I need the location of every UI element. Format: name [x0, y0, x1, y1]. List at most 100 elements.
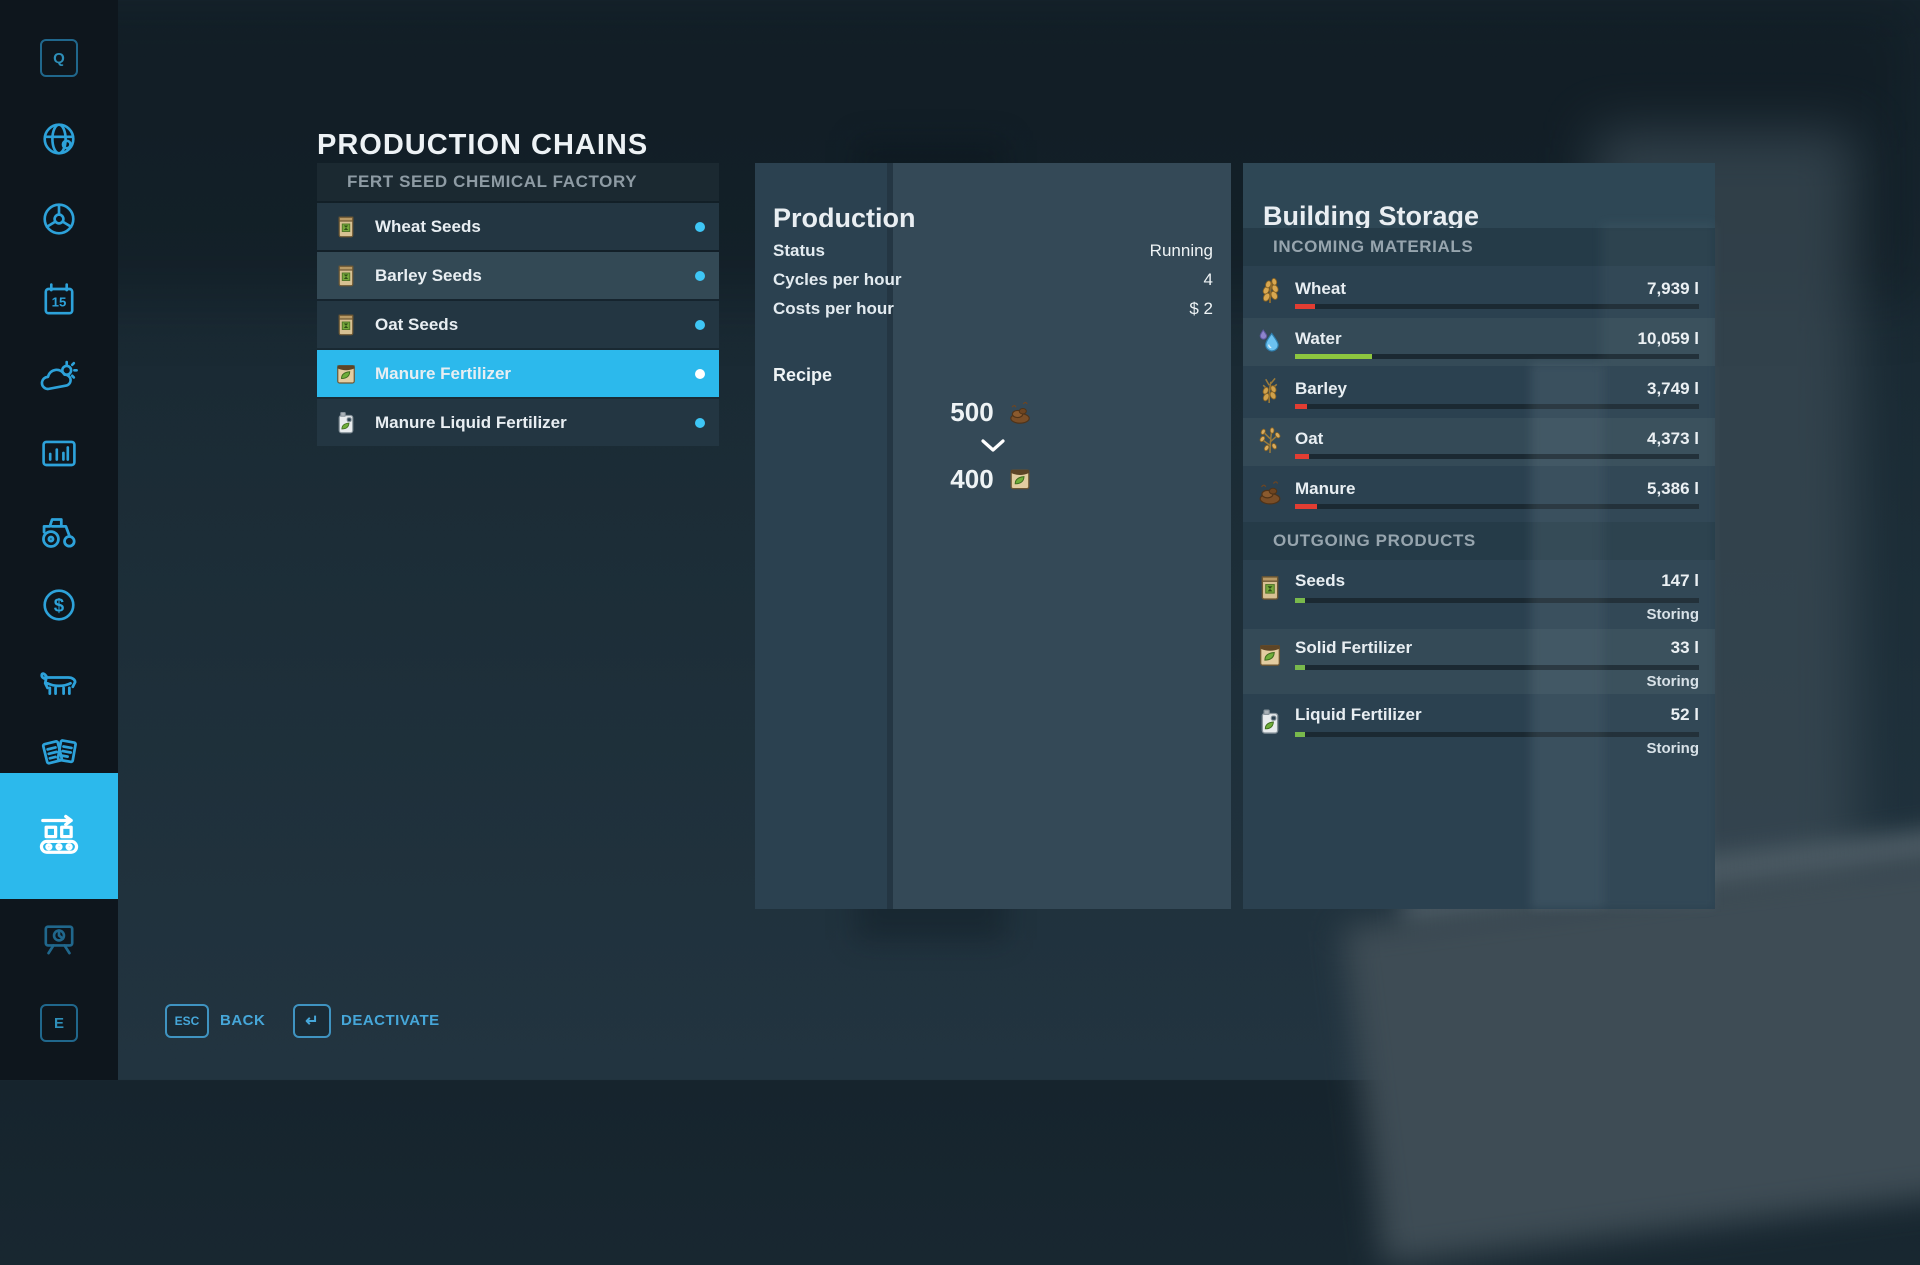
- costs-label: Costs per hour: [773, 299, 894, 321]
- sidebar-item-weather[interactable]: [0, 350, 118, 406]
- storage-row-oat: Oat 4,373 l: [1243, 418, 1715, 466]
- recipe-heading: Recipe: [773, 365, 832, 386]
- fill-level: [1295, 354, 1372, 359]
- costs-value: $ 2: [1189, 299, 1213, 321]
- product-amount: 52 l: [1671, 705, 1699, 725]
- factory-name-header: FERT SEED CHEMICAL FACTORY: [317, 163, 719, 201]
- finances-icon: $: [37, 583, 81, 627]
- active-dot: [695, 320, 705, 330]
- product-name: Seeds: [1295, 571, 1345, 591]
- fill-level-bar: [1295, 504, 1699, 509]
- sidebar-item-map[interactable]: [0, 111, 118, 167]
- fill-level-bar: [1295, 354, 1699, 359]
- wheat-icon: [1253, 275, 1287, 309]
- fill-level-bar: [1295, 665, 1699, 670]
- chain-row-wheat-seeds[interactable]: Wheat Seeds: [317, 203, 719, 250]
- calendar-icon: 15: [37, 278, 81, 322]
- storage-row-water: Water 10,059 l: [1243, 318, 1715, 366]
- page-title: PRODUCTION CHAINS: [317, 129, 648, 162]
- status-row: Status Running: [773, 241, 1213, 263]
- enter-key-button[interactable]: ↵: [293, 1004, 331, 1038]
- chain-row-label: Oat Seeds: [375, 315, 458, 335]
- cycles-value: 4: [1204, 270, 1213, 292]
- deactivate-button[interactable]: DEACTIVATE: [341, 1004, 440, 1038]
- recipe-output-amount: 400: [950, 464, 993, 495]
- product-name: Liquid Fertilizer: [1295, 705, 1422, 725]
- fill-level-bar: [1295, 454, 1699, 459]
- dollar-label: $: [54, 595, 65, 616]
- production-chain-list: FERT SEED CHEMICAL FACTORY Wheat Seeds B…: [317, 163, 719, 446]
- storage-row-liquid-fertilizer: Liquid Fertilizer 52 l Storing: [1243, 696, 1715, 761]
- fill-level: [1295, 404, 1307, 409]
- product-amount: 147 l: [1661, 571, 1699, 591]
- fill-level: [1295, 454, 1309, 459]
- map-globe-icon: [37, 117, 81, 161]
- seed-bag-icon: [331, 212, 361, 242]
- sidebar-item-vehicles[interactable]: [0, 503, 118, 559]
- material-amount: 10,059 l: [1638, 329, 1699, 349]
- chevron-down-icon: [979, 438, 1007, 453]
- fill-level-bar: [1295, 598, 1699, 603]
- cow-icon: [36, 658, 82, 704]
- recipe-input: 500: [755, 396, 1231, 428]
- cycles-label: Cycles per hour: [773, 270, 902, 292]
- footer-keybar: ESC BACK ↵ DEACTIVATE: [0, 1004, 1920, 1044]
- sidebar-item-presentation[interactable]: [0, 913, 118, 969]
- material-amount: 4,373 l: [1647, 429, 1699, 449]
- storage-row-seeds: Seeds 147 l Storing: [1243, 562, 1715, 627]
- solid-fertilizer-icon: [1253, 638, 1287, 672]
- sidebar-item-quests[interactable]: Q: [0, 30, 118, 86]
- fill-level-bar: [1295, 732, 1699, 737]
- sidebar-item-statistics[interactable]: [0, 426, 118, 482]
- incoming-materials-header: INCOMING MATERIALS: [1243, 228, 1715, 266]
- chain-row-manure-liquid-fertilizer[interactable]: Manure Liquid Fertilizer: [317, 399, 719, 446]
- chain-row-oat-seeds[interactable]: Oat Seeds: [317, 301, 719, 348]
- outgoing-products-header: OUTGOING PRODUCTS: [1243, 522, 1715, 560]
- recipe-input-amount: 500: [950, 397, 993, 428]
- cycles-row: Cycles per hour 4: [773, 270, 1213, 292]
- product-name: Solid Fertilizer: [1295, 638, 1412, 658]
- active-dot: [695, 418, 705, 428]
- manure-icon: [1253, 475, 1287, 509]
- esc-key-label: ESC: [175, 1014, 200, 1028]
- material-name: Oat: [1295, 429, 1323, 449]
- recipe-output: 400: [755, 463, 1231, 495]
- material-name: Wheat: [1295, 279, 1346, 299]
- chain-row-barley-seeds[interactable]: Barley Seeds: [317, 252, 719, 299]
- active-dot: [695, 369, 705, 379]
- status-badge: Storing: [1647, 740, 1700, 757]
- material-name: Manure: [1295, 479, 1355, 499]
- weather-icon: [37, 356, 81, 400]
- sidebar-item-animals[interactable]: [0, 653, 118, 709]
- esc-key-button[interactable]: ESC: [165, 1004, 209, 1038]
- sidebar-item-production-chains[interactable]: [0, 773, 118, 899]
- calendar-day-label: 15: [52, 295, 67, 310]
- chain-row-manure-fertilizer[interactable]: Manure Fertilizer: [317, 350, 719, 397]
- back-button[interactable]: BACK: [220, 1004, 265, 1038]
- storage-row-manure: Manure 5,386 l: [1243, 468, 1715, 516]
- q-key-label: Q: [53, 50, 65, 67]
- fill-level-bar: [1295, 404, 1699, 409]
- solid-fertilizer-icon: [331, 359, 361, 389]
- material-amount: 5,386 l: [1647, 479, 1699, 499]
- building-storage-panel: Building Storage INCOMING MATERIALS Whea…: [1243, 163, 1715, 909]
- enter-key-label: ↵: [305, 1011, 318, 1031]
- contracts-icon: [36, 730, 82, 776]
- costs-row: Costs per hour $ 2: [773, 299, 1213, 321]
- liquid-fertilizer-icon: [331, 408, 361, 438]
- fill-level: [1295, 504, 1317, 509]
- sidebar-item-driving[interactable]: [0, 191, 118, 247]
- oat-icon: [1253, 425, 1287, 459]
- fill-level: [1295, 732, 1305, 737]
- liquid-fertilizer-icon: [1253, 705, 1287, 739]
- product-amount: 33 l: [1671, 638, 1699, 658]
- seed-bag-icon: [331, 310, 361, 340]
- sidebar-item-calendar[interactable]: 15: [0, 272, 118, 328]
- active-dot: [695, 222, 705, 232]
- seed-bag-icon: [331, 261, 361, 291]
- chain-row-label: Manure Fertilizer: [375, 364, 511, 384]
- solid-fertilizer-icon: [1004, 463, 1036, 495]
- water-icon: [1253, 325, 1287, 359]
- q-key-icon: Q: [40, 39, 78, 77]
- sidebar-item-finances[interactable]: $: [0, 577, 118, 633]
